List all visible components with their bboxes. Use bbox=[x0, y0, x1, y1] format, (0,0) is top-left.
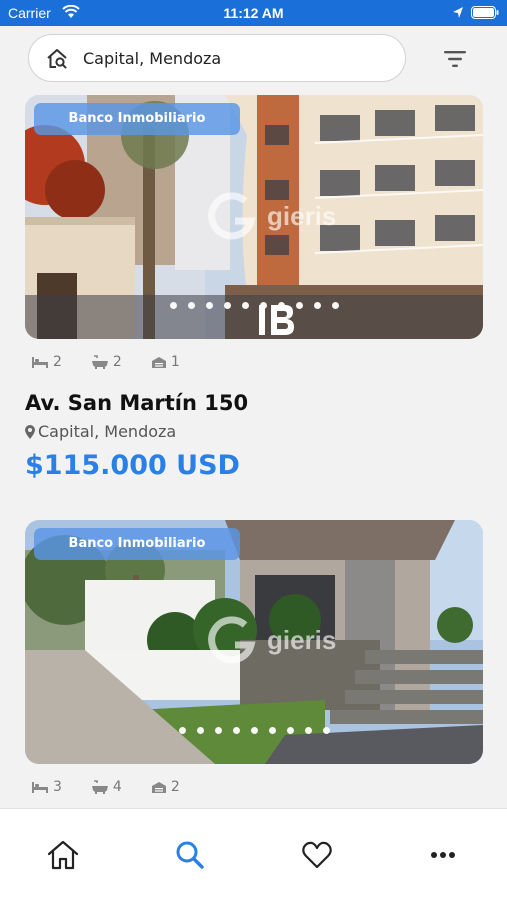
property-card[interactable]: Banco Inmobiliario gieris 3 4 2 bbox=[25, 520, 483, 797]
bed-icon bbox=[32, 781, 48, 793]
property-location: Capital, Mendoza bbox=[25, 422, 483, 441]
clock: 11:12 AM bbox=[223, 5, 284, 21]
tab-more[interactable] bbox=[423, 835, 463, 875]
page-dot[interactable] bbox=[178, 727, 186, 734]
gieris-watermark: gieris bbox=[205, 191, 336, 243]
property-photo[interactable]: Banco Inmobiliario gieris bbox=[25, 95, 483, 339]
status-bar: Carrier 11:12 AM bbox=[0, 0, 507, 26]
garage-icon bbox=[151, 781, 166, 793]
page-dot[interactable] bbox=[187, 302, 195, 309]
page-dot[interactable] bbox=[322, 727, 330, 734]
gieris-logo-icon bbox=[208, 192, 256, 240]
tab-bar bbox=[0, 808, 507, 900]
property-address[interactable]: Av. San Martín 150 bbox=[25, 391, 483, 415]
search-input[interactable]: Capital, Mendoza bbox=[83, 49, 221, 68]
bedrooms-count: 3 bbox=[53, 779, 62, 795]
page-dot[interactable] bbox=[232, 727, 240, 734]
filter-icon[interactable] bbox=[440, 46, 470, 72]
property-features: 2 2 1 bbox=[25, 352, 483, 372]
gieris-logo-icon bbox=[208, 616, 256, 664]
bathrooms-feature: 2 bbox=[91, 354, 122, 370]
page-dot[interactable] bbox=[214, 727, 222, 734]
tab-home[interactable] bbox=[43, 835, 83, 875]
garages-count: 2 bbox=[170, 779, 180, 795]
location-arrow-icon bbox=[453, 7, 463, 18]
home-search-icon bbox=[47, 49, 67, 69]
page-dot[interactable] bbox=[331, 302, 339, 309]
tab-favorites[interactable] bbox=[297, 835, 337, 875]
page-dot[interactable] bbox=[259, 302, 267, 309]
page-dot[interactable] bbox=[286, 727, 294, 734]
page-dot[interactable] bbox=[277, 302, 285, 309]
agency-tag: Banco Inmobiliario bbox=[34, 103, 240, 135]
garages-count: 1 bbox=[170, 354, 180, 370]
tab-search[interactable] bbox=[170, 835, 210, 875]
photo-pagination[interactable] bbox=[25, 302, 483, 309]
location-text: Capital, Mendoza bbox=[38, 422, 177, 441]
page-dot[interactable] bbox=[196, 727, 204, 734]
bedrooms-count: 2 bbox=[53, 354, 62, 370]
garages-feature: 1 bbox=[151, 354, 180, 370]
bedrooms-feature: 2 bbox=[32, 354, 62, 370]
agency-tag: Banco Inmobiliario bbox=[34, 528, 240, 560]
property-card[interactable]: Banco Inmobiliario gieris 2 2 1 Av. San … bbox=[25, 95, 483, 481]
page-dot[interactable] bbox=[304, 727, 312, 734]
page-dot[interactable] bbox=[169, 302, 177, 309]
heart-icon bbox=[302, 841, 332, 869]
bed-icon bbox=[32, 356, 48, 368]
page-dot[interactable] bbox=[223, 302, 231, 309]
home-icon bbox=[47, 840, 79, 870]
page-dot[interactable] bbox=[268, 727, 276, 734]
bathrooms-count: 2 bbox=[112, 354, 122, 370]
gieris-watermark: gieris bbox=[205, 615, 336, 667]
search-icon bbox=[176, 841, 204, 869]
bathtub-icon bbox=[91, 355, 108, 369]
search-bar[interactable]: Capital, Mendoza bbox=[28, 34, 406, 82]
property-photo[interactable]: Banco Inmobiliario gieris bbox=[25, 520, 483, 764]
watermark-text: gieris bbox=[267, 625, 337, 655]
map-pin-icon bbox=[25, 424, 35, 439]
photo-pagination[interactable] bbox=[25, 727, 483, 734]
garage-icon bbox=[151, 356, 166, 368]
watermark-text: gieris bbox=[267, 201, 337, 231]
property-features: 3 4 2 bbox=[25, 777, 483, 797]
property-price: $115.000 USD bbox=[25, 450, 240, 481]
page-dot[interactable] bbox=[241, 302, 249, 309]
battery-icon bbox=[471, 6, 499, 19]
garages-feature: 2 bbox=[151, 779, 180, 795]
page-dot[interactable] bbox=[250, 727, 258, 734]
more-icon bbox=[431, 852, 455, 858]
page-dot[interactable] bbox=[313, 302, 321, 309]
bathtub-icon bbox=[91, 780, 108, 794]
bathrooms-count: 4 bbox=[112, 779, 122, 795]
bedrooms-feature: 3 bbox=[32, 779, 62, 795]
bathrooms-feature: 4 bbox=[91, 779, 122, 795]
page-dot[interactable] bbox=[205, 302, 213, 309]
page-dot[interactable] bbox=[295, 302, 303, 309]
